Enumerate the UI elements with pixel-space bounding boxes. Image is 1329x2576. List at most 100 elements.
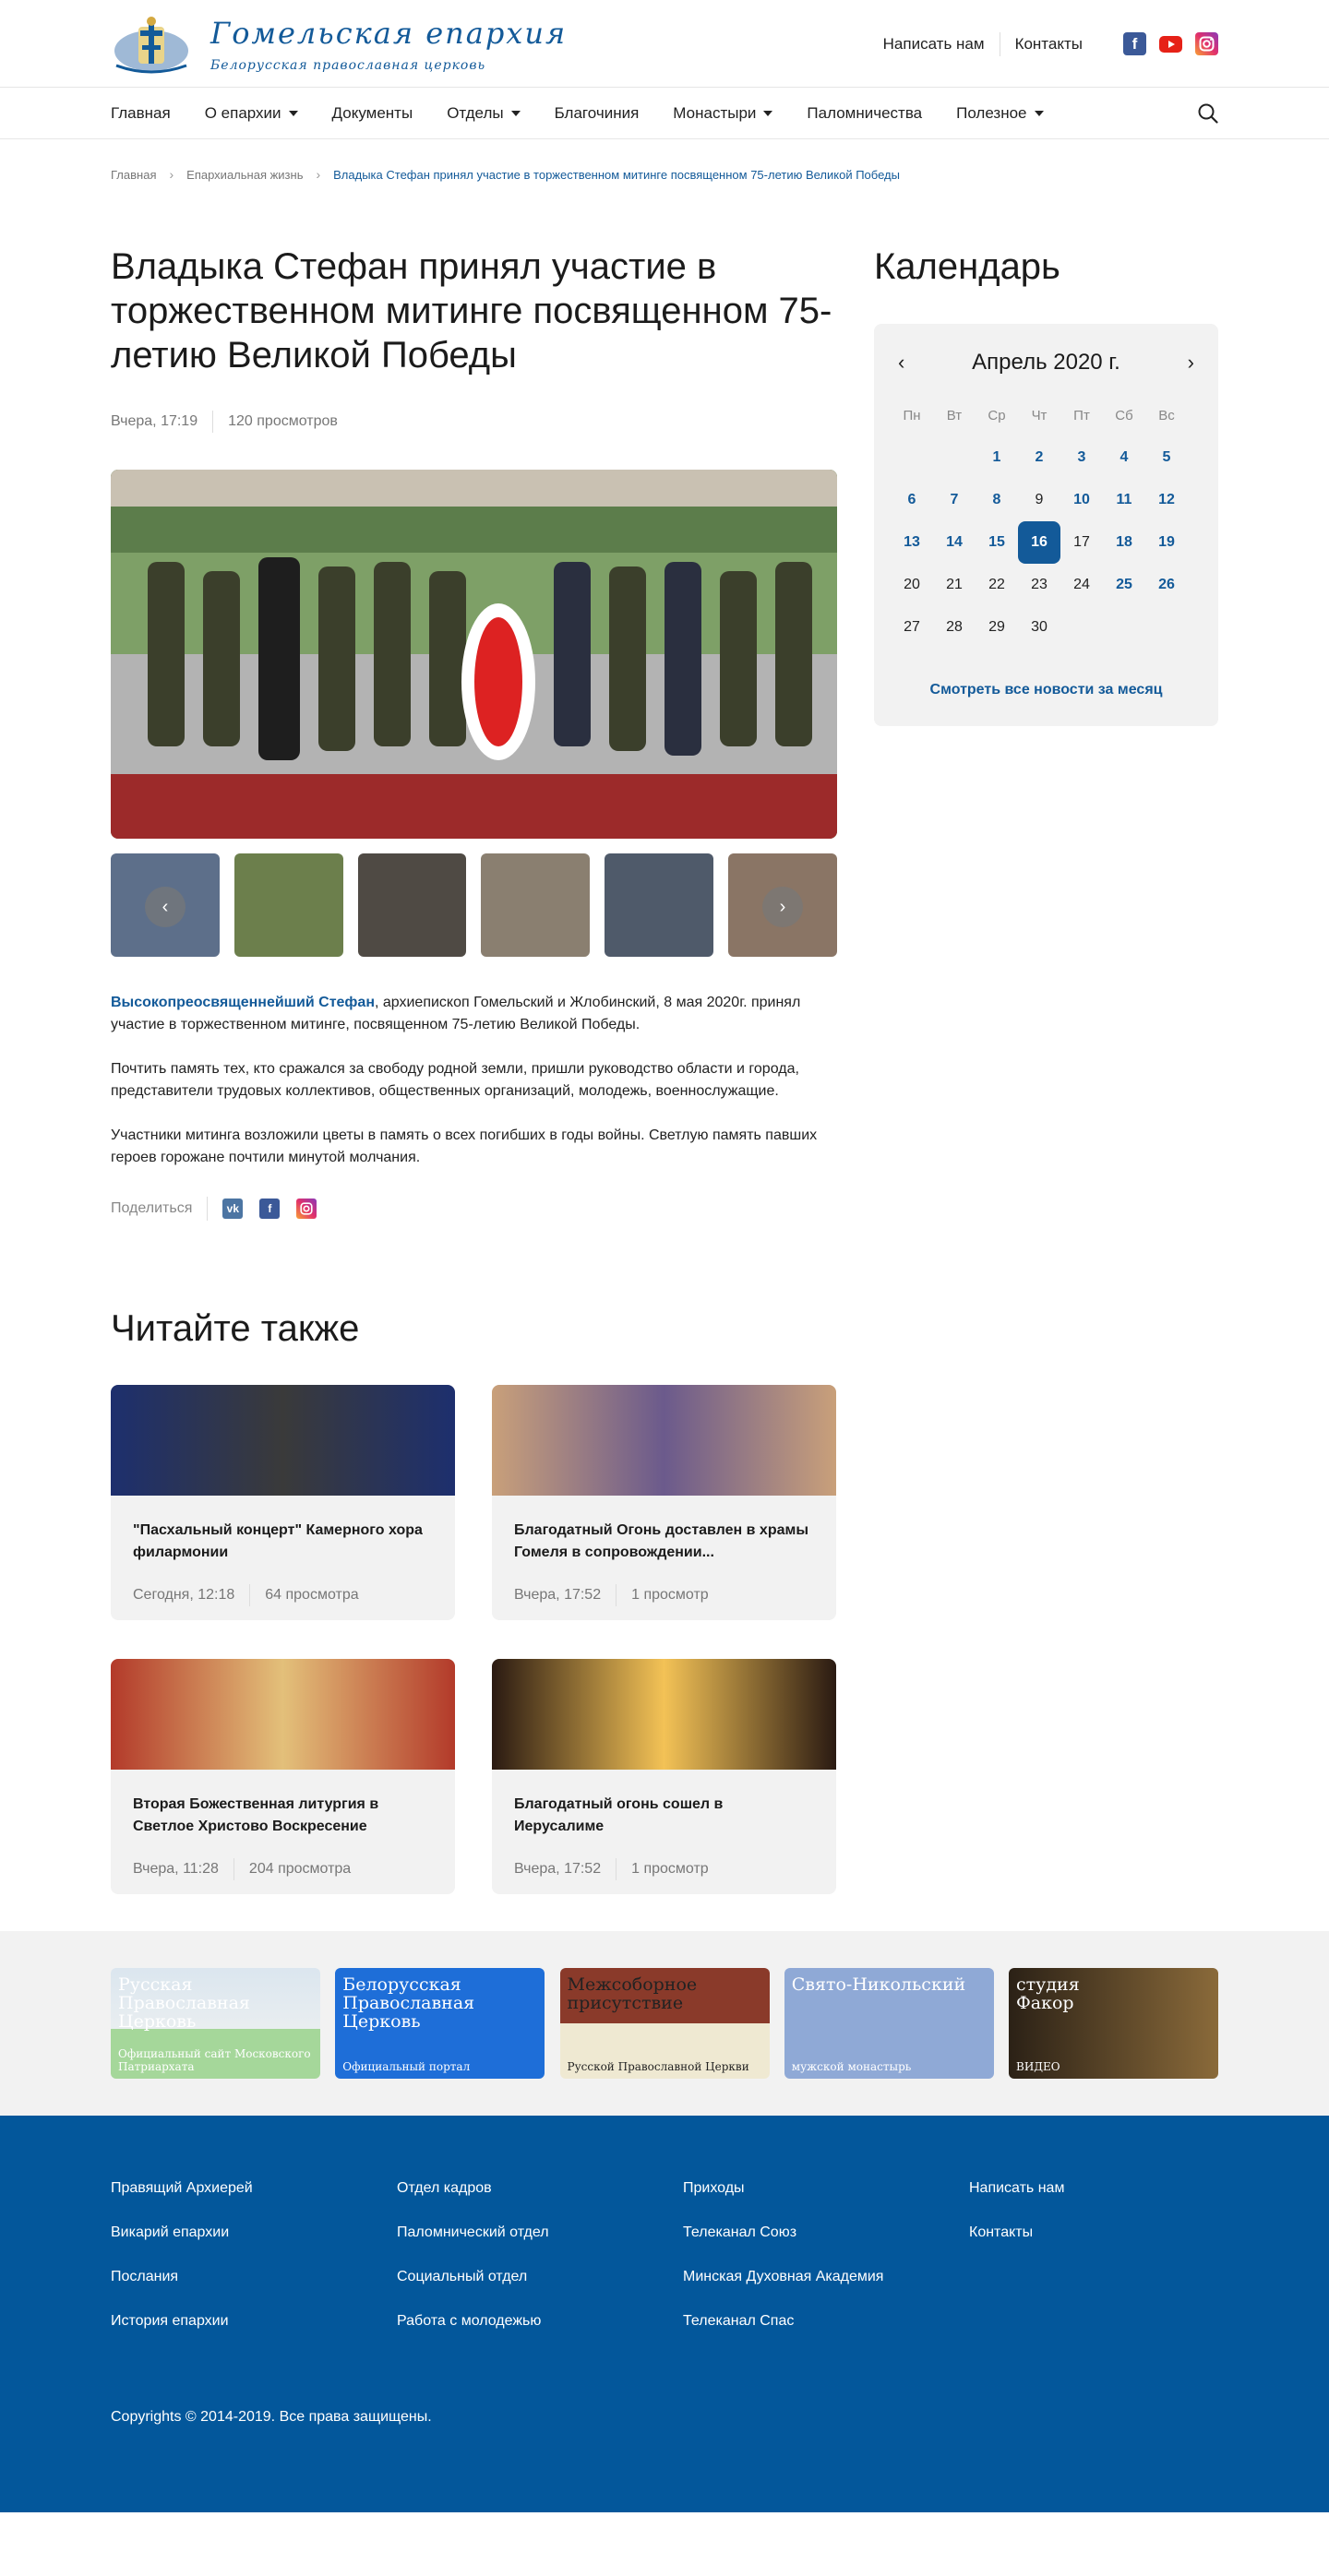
- footer-link[interactable]: Приходы: [683, 2180, 969, 2197]
- calendar-day[interactable]: 21: [933, 564, 976, 606]
- calendar-day[interactable]: 6: [891, 479, 933, 521]
- partner-banner[interactable]: Белорусская Православная Церковь Официальны…: [335, 1968, 545, 2079]
- caret-down-icon: [288, 111, 298, 116]
- youtube-icon[interactable]: [1159, 32, 1182, 55]
- thumbnail[interactable]: [357, 853, 467, 957]
- chevron-left-icon[interactable]: ‹: [898, 351, 904, 375]
- facebook-icon[interactable]: f: [1123, 32, 1146, 55]
- calendar-day[interactable]: 12: [1145, 479, 1188, 521]
- calendar-day[interactable]: 24: [1060, 564, 1103, 606]
- month-news-link[interactable]: Смотреть все новости за месяц: [891, 682, 1202, 698]
- footer-column: Написать нам Контакты: [969, 2180, 1218, 2357]
- news-card[interactable]: Вторая Божественная литургия в Светлое Х…: [111, 1659, 455, 1894]
- author-link[interactable]: Высокопреосвященнейший Стефан: [111, 995, 375, 1010]
- banner-title-line: Церковь: [118, 2011, 197, 2032]
- calendar-day[interactable]: 10: [1060, 479, 1103, 521]
- footer-link[interactable]: История епархии: [111, 2313, 397, 2330]
- footer-link[interactable]: Послания: [111, 2269, 397, 2285]
- instagram-icon[interactable]: [296, 1199, 317, 1219]
- banner-subtitle: мужской монастырь: [791, 2060, 912, 2073]
- news-card[interactable]: "Пасхальный концерт" Камерного хора фила…: [111, 1385, 455, 1620]
- instagram-icon[interactable]: [1195, 32, 1218, 55]
- write-us-link[interactable]: Написать нам: [868, 35, 1000, 54]
- calendar-day[interactable]: 15: [976, 521, 1018, 564]
- calendar-grid: Пн Вт Ср Чт Пт Сб Вс 1 2 3 4 5 6 7 8 9 10 11 12 13 14 15 16 17 1…: [891, 394, 1202, 649]
- calendar-day[interactable]: 26: [1145, 564, 1188, 606]
- calendar-day[interactable]: 7: [933, 479, 976, 521]
- thumbnail[interactable]: [481, 853, 591, 957]
- calendar-day[interactable]: 18: [1103, 521, 1145, 564]
- calendar-day[interactable]: 14: [933, 521, 976, 564]
- vk-icon[interactable]: vk: [222, 1199, 244, 1219]
- calendar-day[interactable]: 1: [976, 436, 1018, 479]
- footer-link[interactable]: Работа с молодежью: [397, 2313, 683, 2330]
- nav-item[interactable]: Главная: [111, 104, 171, 123]
- partner-banners: Русская Православная Церковь Официальный са…: [0, 1931, 1329, 2116]
- contacts-link[interactable]: Контакты: [1000, 35, 1097, 54]
- logo-title: Гомельская епархия: [210, 15, 568, 51]
- news-card-meta: Вчера, 17:52 1 просмотр: [514, 1584, 814, 1606]
- footer-column: Отдел кадров Паломнический отдел Социальны…: [397, 2180, 683, 2357]
- calendar-day[interactable]: 2: [1018, 436, 1060, 479]
- news-card[interactable]: Благодатный Огонь доставлен в храмы Гоме…: [492, 1385, 836, 1620]
- main-photo[interactable]: [111, 470, 837, 839]
- calendar-day[interactable]: 3: [1060, 436, 1103, 479]
- footer-link[interactable]: Написать нам: [969, 2180, 1218, 2197]
- footer-link[interactable]: Правящий Архиерей: [111, 2180, 397, 2197]
- calendar-day[interactable]: 20: [891, 564, 933, 606]
- thumbnail[interactable]: [233, 853, 343, 957]
- nav-item[interactable]: Отделы: [447, 104, 521, 123]
- calendar-day[interactable]: 30: [1018, 606, 1060, 649]
- footer-link[interactable]: Минская Духовная Академия: [683, 2269, 969, 2285]
- nav-item[interactable]: Паломничества: [807, 104, 922, 123]
- calendar-day[interactable]: 27: [891, 606, 933, 649]
- calendar-day[interactable]: 13: [891, 521, 933, 564]
- footer-link[interactable]: Телеканал Союз: [683, 2224, 969, 2241]
- nav-item[interactable]: Полезное: [956, 104, 1044, 123]
- calendar-day[interactable]: 9: [1018, 479, 1060, 521]
- search-icon[interactable]: [1198, 103, 1218, 124]
- calendar-day[interactable]: 28: [933, 606, 976, 649]
- breadcrumb-section[interactable]: Епархиальная жизнь: [186, 168, 303, 182]
- thumbnail[interactable]: [605, 853, 714, 957]
- footer-link[interactable]: Контакты: [969, 2224, 1218, 2241]
- chevron-right-icon[interactable]: ›: [1188, 351, 1194, 375]
- calendar-day[interactable]: 5: [1145, 436, 1188, 479]
- weekday-label: Вт: [946, 407, 963, 423]
- breadcrumb-home[interactable]: Главная: [111, 168, 156, 182]
- footer-link[interactable]: Отдел кадров: [397, 2180, 683, 2197]
- partner-banner[interactable]: Русская Православная Церковь Официальный са…: [111, 1968, 320, 2079]
- facebook-icon[interactable]: f: [259, 1199, 281, 1219]
- news-card-views: 64 просмотра: [265, 1587, 359, 1603]
- nav-item[interactable]: Документы: [332, 104, 413, 123]
- calendar-day[interactable]: 8: [976, 479, 1018, 521]
- article-date: Вчера, 17:19: [111, 413, 198, 429]
- footer-link[interactable]: Паломнический отдел: [397, 2224, 683, 2241]
- chevron-left-icon[interactable]: ‹: [145, 887, 186, 927]
- nav-item[interactable]: Монастыри: [673, 104, 773, 123]
- news-card-image: [492, 1659, 836, 1770]
- nav-item[interactable]: О епархии: [205, 104, 298, 123]
- calendar-day[interactable]: 4: [1103, 436, 1145, 479]
- calendar-day[interactable]: 11: [1103, 479, 1145, 521]
- chevron-right-icon[interactable]: ›: [762, 887, 803, 927]
- calendar-day[interactable]: 23: [1018, 564, 1060, 606]
- article-views: 120 просмотров: [228, 413, 338, 429]
- footer-link[interactable]: Викарий епархии: [111, 2224, 397, 2241]
- share-bar: Поделиться vk f: [111, 1197, 837, 1221]
- calendar-day[interactable]: 25: [1103, 564, 1145, 606]
- partner-banner[interactable]: Свято-Никольский мужской монастырь: [784, 1968, 994, 2079]
- calendar-day[interactable]: 19: [1145, 521, 1188, 564]
- partner-banner[interactable]: Межсоборное присутствие Русской Православн…: [559, 1968, 770, 2079]
- calendar-day-selected[interactable]: 16: [1018, 521, 1060, 564]
- footer-link[interactable]: Телеканал Спас: [683, 2313, 969, 2330]
- calendar-day[interactable]: 17: [1060, 521, 1103, 564]
- calendar-day[interactable]: 29: [976, 606, 1018, 649]
- news-card[interactable]: Благодатный огонь сошел в Иерусалиме Вчер…: [492, 1659, 836, 1894]
- nav-item[interactable]: Благочиния: [555, 104, 640, 123]
- calendar-day[interactable]: 22: [976, 564, 1018, 606]
- partner-banner[interactable]: студия Факор ВИДЕО: [1009, 1968, 1218, 2079]
- banner-title-line: Факор: [1016, 1993, 1074, 2013]
- site-logo[interactable]: Гомельская епархия Белорусская православ…: [111, 14, 567, 75]
- footer-link[interactable]: Социальный отдел: [397, 2269, 683, 2285]
